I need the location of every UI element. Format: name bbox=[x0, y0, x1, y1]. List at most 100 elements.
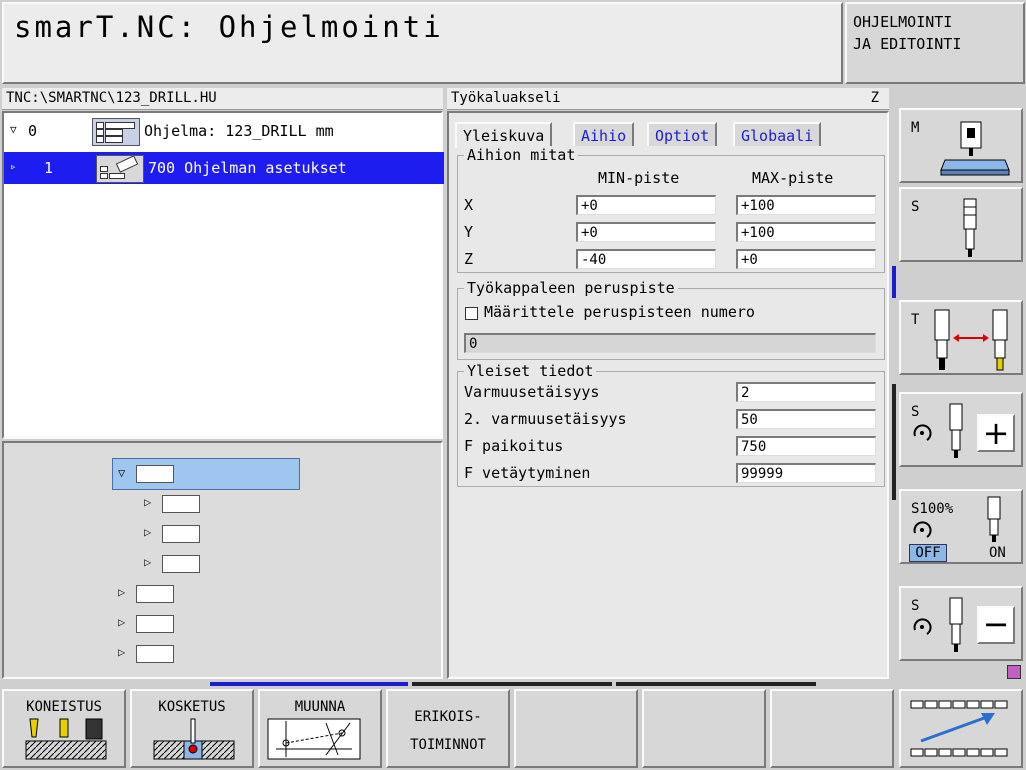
overview-node[interactable] bbox=[162, 555, 200, 573]
tree-item-settings[interactable]: ▹ 1 700 Ohjelman asetukset bbox=[4, 152, 444, 184]
tool-icon bbox=[949, 597, 963, 652]
softkey-row-indicator-active bbox=[210, 682, 408, 686]
overview-node[interactable] bbox=[162, 525, 200, 543]
tool-icon bbox=[963, 198, 977, 257]
tool-axis-value: Z bbox=[870, 90, 879, 106]
softkey-label: S bbox=[911, 404, 920, 420]
machine-table-icon bbox=[940, 121, 1010, 176]
max-point-header: MAX-piste bbox=[752, 169, 834, 187]
empty-softkey[interactable] bbox=[514, 689, 638, 768]
softkey-label: TOIMINNOT bbox=[410, 737, 486, 753]
expand-icon: ▷ bbox=[144, 555, 152, 569]
rotation-icon bbox=[913, 521, 932, 538]
settings-unit-icon bbox=[96, 155, 144, 183]
mode-line-1: OHJELMOINTI bbox=[853, 13, 953, 31]
overview-node[interactable] bbox=[136, 465, 174, 483]
spindle-speed-softkey[interactable]: S bbox=[899, 187, 1023, 262]
x-max-input[interactable]: +100 bbox=[736, 195, 876, 215]
feed-retract-label: F vetäytyminen bbox=[464, 464, 591, 482]
probe-icon bbox=[153, 718, 235, 760]
general-info-group: Yleiset tiedot Varmuusetäisyys 2 2. varm… bbox=[457, 362, 885, 487]
plus-icon: + bbox=[977, 414, 1015, 452]
tree-item-number: 1 bbox=[44, 159, 54, 177]
convert-softkey[interactable]: MUUNNA bbox=[258, 689, 382, 768]
softkey-label: KOSKETUS bbox=[158, 699, 226, 715]
m-function-softkey[interactable]: M bbox=[899, 108, 1023, 183]
machining-softkey[interactable]: KONEISTUS bbox=[2, 689, 126, 768]
group-title: Yleiset tiedot bbox=[464, 362, 597, 380]
expand-icon: ▷ bbox=[144, 495, 152, 509]
program-path: TNC:\SMARTNC\123_DRILL.HU bbox=[2, 88, 443, 110]
softkey-label: KONEISTUS bbox=[26, 699, 102, 715]
spindle-increase-softkey[interactable]: S + bbox=[899, 392, 1023, 467]
form-header: Työkaluakseli Z bbox=[447, 88, 889, 110]
softkey-bar-switch[interactable] bbox=[899, 689, 1023, 768]
checkbox-label: Määrittele peruspisteen numero bbox=[484, 303, 755, 321]
tree-item-label: 700 Ohjelman asetukset bbox=[148, 159, 347, 177]
tab-global[interactable]: Globaali bbox=[733, 122, 822, 146]
axis-label: Y bbox=[464, 223, 474, 241]
z-max-input[interactable]: +0 bbox=[736, 249, 876, 269]
setup-clearance-label: Varmuusetäisyys bbox=[464, 383, 600, 401]
empty-softkey[interactable] bbox=[770, 689, 894, 768]
feed-retract-input[interactable]: 99999 bbox=[736, 463, 876, 483]
tool-icon bbox=[949, 403, 963, 458]
collapse-icon[interactable]: ▽ bbox=[10, 123, 17, 136]
min-point-header: MIN-piste bbox=[598, 169, 680, 187]
overview-node[interactable] bbox=[136, 585, 174, 603]
second-clearance-label: 2. varmuusetäisyys bbox=[464, 410, 627, 428]
overview-node[interactable] bbox=[136, 615, 174, 633]
special-functions-softkey[interactable]: ERIKOIS- TOIMINNOT bbox=[386, 689, 510, 768]
datum-number-checkbox[interactable] bbox=[465, 307, 478, 320]
scroll-track[interactable] bbox=[892, 384, 896, 500]
y-min-input[interactable]: +0 bbox=[576, 222, 716, 242]
softkey-label: S bbox=[911, 598, 920, 614]
off-state: OFF bbox=[909, 544, 947, 562]
program-icon bbox=[92, 118, 140, 146]
tab-overview[interactable]: Yleiskuva bbox=[455, 122, 553, 148]
machining-icon bbox=[25, 718, 107, 760]
expand-icon: ▷ bbox=[144, 525, 152, 539]
x-min-input[interactable]: +0 bbox=[576, 195, 716, 215]
spindle-decrease-softkey[interactable]: S − bbox=[899, 586, 1023, 661]
softkey-row-indicator bbox=[616, 682, 816, 686]
softkey-label: MUUNNA bbox=[294, 699, 346, 715]
softkey-row-indicator bbox=[412, 682, 612, 686]
empty-softkey[interactable] bbox=[642, 689, 766, 768]
z-min-input[interactable]: -40 bbox=[576, 249, 716, 269]
setup-clearance-input[interactable]: 2 bbox=[736, 382, 876, 402]
form-panel: Yleiskuva Aihio Optiot Globaali Aihion m… bbox=[447, 111, 889, 679]
expand-icon: ▷ bbox=[118, 645, 126, 659]
transform-icon bbox=[267, 718, 361, 760]
expand-icon: ▷ bbox=[118, 585, 126, 599]
tool-change-icon bbox=[934, 309, 1008, 371]
tab-options[interactable]: Optiot bbox=[647, 122, 718, 146]
feed-positioning-input[interactable]: 750 bbox=[736, 436, 876, 456]
switch-softkey-row-icon bbox=[910, 700, 1008, 757]
collapse-icon: ▽ bbox=[118, 466, 126, 480]
expand-icon[interactable]: ▹ bbox=[10, 160, 17, 173]
tool-call-softkey[interactable]: T bbox=[899, 300, 1023, 375]
softkey-page-icon[interactable] bbox=[1007, 665, 1021, 679]
tree-item-program[interactable]: ▽ 0 Ohjelma: 123_DRILL mm bbox=[4, 115, 444, 147]
overview-node[interactable] bbox=[136, 645, 174, 663]
rotation-icon bbox=[913, 424, 932, 441]
datum-number-input[interactable]: 0 bbox=[464, 333, 876, 353]
scroll-indicator[interactable] bbox=[892, 266, 896, 298]
softkey-label: M bbox=[911, 120, 920, 136]
softkey-label: ERIKOIS- bbox=[414, 709, 482, 725]
tool-icon bbox=[987, 496, 1001, 542]
softkey-label: S bbox=[911, 199, 920, 215]
group-title: Työkappaleen peruspiste bbox=[464, 279, 678, 297]
second-clearance-input[interactable]: 50 bbox=[736, 409, 876, 429]
blank-dimensions-group: Aihion mitat MIN-piste MAX-piste X +0 +1… bbox=[457, 146, 885, 273]
tree-item-number: 0 bbox=[28, 122, 38, 140]
rotation-icon bbox=[913, 618, 932, 635]
probing-softkey[interactable]: KOSKETUS bbox=[130, 689, 254, 768]
tab-blank[interactable]: Aihio bbox=[573, 122, 635, 146]
overview-node[interactable] bbox=[162, 495, 200, 513]
axis-label: Z bbox=[464, 250, 474, 268]
group-title: Aihion mitat bbox=[464, 146, 579, 164]
spindle-override-softkey[interactable]: S100% OFF ON bbox=[899, 489, 1023, 564]
y-max-input[interactable]: +100 bbox=[736, 222, 876, 242]
